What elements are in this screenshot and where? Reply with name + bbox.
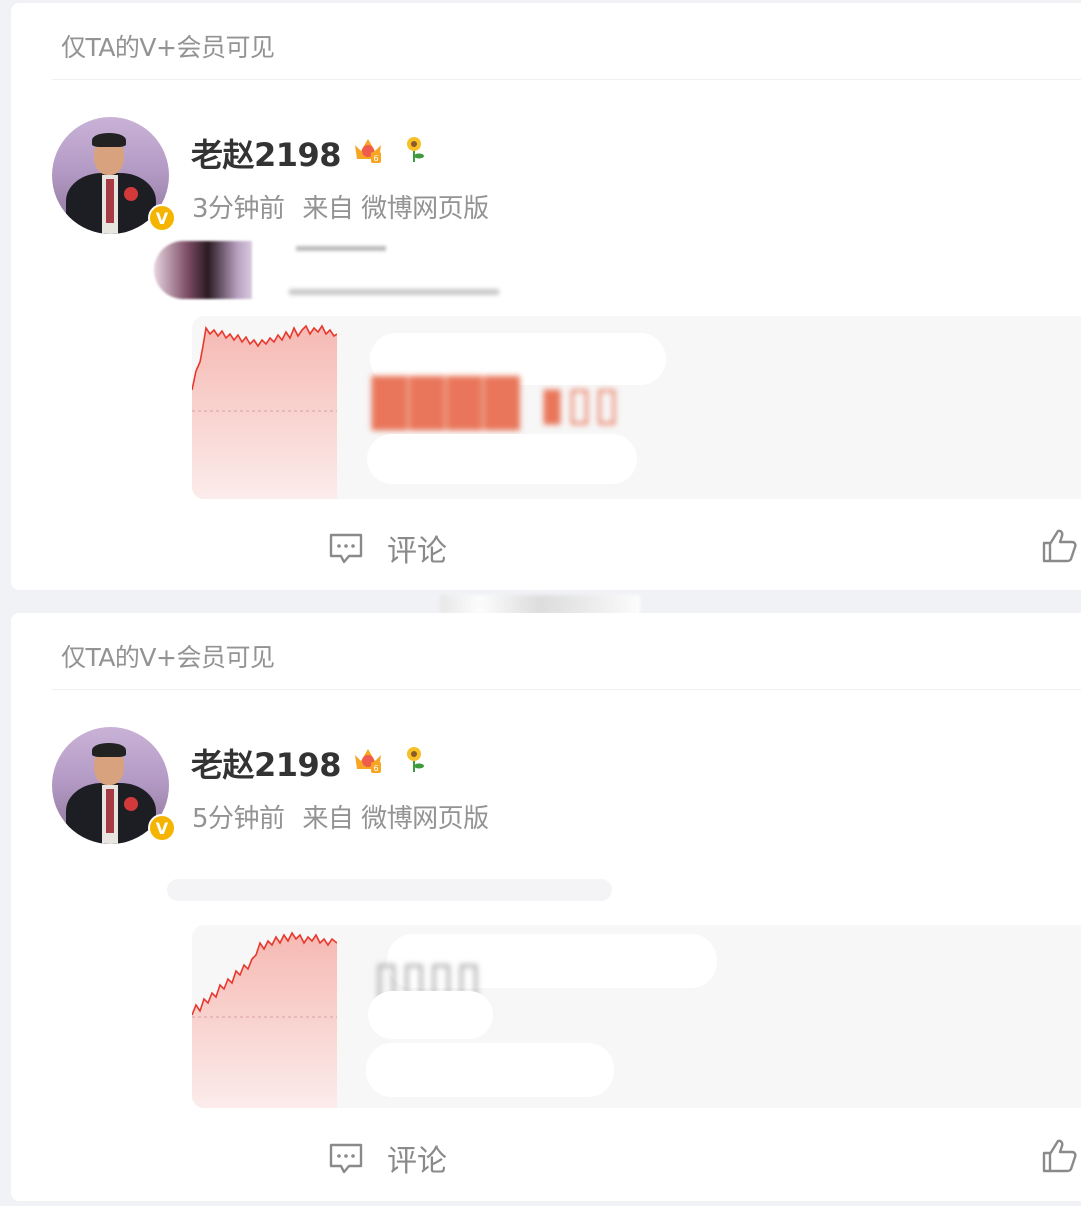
post-meta: 3分钟前 来自 微博网页版 — [192, 188, 489, 225]
link-card[interactable]: ▯▯▯▯ — [192, 925, 1081, 1108]
thumbs-up-icon[interactable] — [1039, 1136, 1079, 1176]
sunflower-icon — [407, 137, 424, 162]
verified-v-icon: V — [148, 814, 176, 842]
verified-v-icon: V — [148, 204, 176, 232]
comment-icon — [329, 1143, 363, 1174]
crown-member-icon[interactable]: 6 — [351, 133, 385, 167]
comment-label: 评论 — [387, 534, 447, 569]
comment-button[interactable]: 评论 — [327, 526, 447, 570]
chart-thumbnail — [192, 931, 337, 1108]
crown-member-icon[interactable]: 6 — [351, 743, 385, 777]
post-source: 来自 微博网页版 — [302, 194, 489, 224]
post-card: 仅TA的V+会员可见 V 老赵2198 6 5分钟前 来自 微博网页版 ▯▯▯▯… — [11, 613, 1081, 1201]
post-card: 仅TA的V+会员可见 V 老赵2198 6 3分钟前 来自 微博网页版 ████… — [11, 3, 1081, 590]
link-card[interactable]: ████ ▮▯▯ — [192, 316, 1081, 499]
blurred-pill — [366, 1043, 614, 1097]
post-time[interactable]: 5分钟前 — [192, 804, 285, 834]
username[interactable]: 老赵2198 — [191, 130, 342, 176]
post-time[interactable]: 3分钟前 — [192, 194, 285, 224]
svg-text:6: 6 — [373, 154, 378, 163]
comment-icon — [329, 533, 363, 564]
chart-thumbnail — [192, 324, 337, 499]
thumbs-up-icon[interactable] — [1039, 526, 1079, 566]
svg-text:6: 6 — [373, 764, 378, 773]
blurred-pill — [368, 991, 493, 1039]
blurred-pill — [367, 434, 637, 484]
divider — [52, 79, 1081, 80]
visibility-label: 仅TA的V+会员可见 — [61, 33, 275, 62]
post-source: 来自 微博网页版 — [302, 804, 489, 834]
sunflower-icon — [407, 747, 424, 772]
blurred-title: ████ ▮▯▯ — [372, 376, 622, 430]
comment-label: 评论 — [387, 1144, 447, 1179]
username[interactable]: 老赵2198 — [191, 740, 342, 786]
comment-button[interactable]: 评论 — [327, 1136, 447, 1180]
divider — [52, 689, 1081, 690]
blurred-strip — [440, 595, 640, 615]
visibility-label: 仅TA的V+会员可见 — [61, 643, 275, 672]
blurred-shadow — [167, 879, 612, 901]
blurred-shared-content — [154, 241, 504, 303]
post-meta: 5分钟前 来自 微博网页版 — [192, 798, 489, 835]
